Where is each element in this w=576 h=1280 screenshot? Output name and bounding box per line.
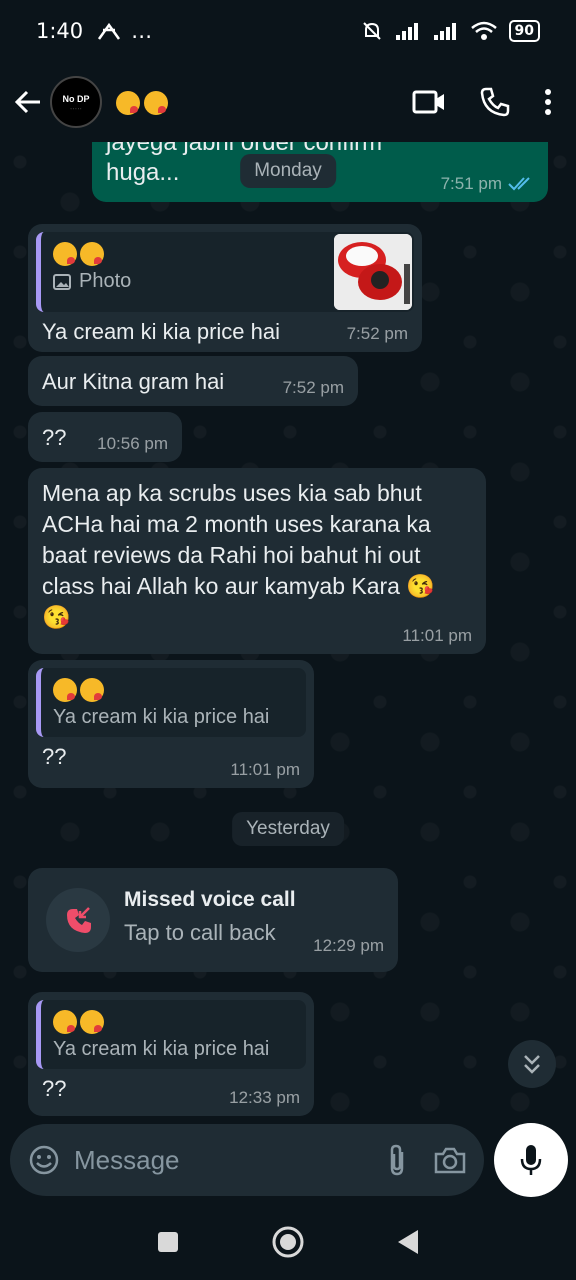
call-subtitle: Tap to call back xyxy=(124,920,276,945)
message-incoming[interactable]: ?? 10:56 pm xyxy=(28,412,182,462)
microphone-icon xyxy=(520,1145,542,1175)
quoted-message[interactable]: Photo xyxy=(36,232,414,312)
scroll-to-bottom-button[interactable] xyxy=(508,1040,556,1088)
recents-icon[interactable] xyxy=(156,1230,180,1254)
system-nav-bar xyxy=(0,1204,576,1280)
message-incoming[interactable]: Photo Ya cream ki kia price hai 7:52 pm xyxy=(28,224,422,352)
home-icon[interactable] xyxy=(271,1225,305,1259)
wifi-icon xyxy=(470,21,497,40)
missed-call-card[interactable]: Missed voice call Tap to call back 12:29… xyxy=(28,868,398,972)
kissing-face-emoji xyxy=(53,242,77,267)
message-incoming[interactable]: Ya cream ki kia price hai ?? 12:33 pm xyxy=(28,992,314,1116)
signal-icon-1 xyxy=(395,23,418,40)
message-incoming[interactable]: Aur Kitna gram hai 7:52 pm xyxy=(28,356,358,406)
photo-icon xyxy=(53,273,71,290)
message-list[interactable]: jayega jabhi order confirm huga... 7:51 … xyxy=(0,142,576,1120)
data-saver-icon xyxy=(98,22,121,40)
kissing-face-emoji xyxy=(80,242,104,267)
quoted-message[interactable]: Ya cream ki kia price hai xyxy=(36,1000,306,1070)
more-vertical-icon[interactable] xyxy=(544,88,552,116)
double-chevron-down-icon xyxy=(524,1055,540,1074)
status-time: 1:40 xyxy=(36,19,84,43)
avatar[interactable]: No DP · · · · · xyxy=(50,76,102,128)
video-call-icon[interactable] xyxy=(412,89,446,115)
date-chip: Monday xyxy=(240,154,336,188)
message-input[interactable]: Message xyxy=(74,1145,180,1176)
date-chip: Yesterday xyxy=(232,812,344,846)
back-button[interactable] xyxy=(10,84,46,120)
battery-level: 90 xyxy=(508,20,540,42)
voice-record-button[interactable] xyxy=(494,1123,568,1197)
kissing-face-emoji xyxy=(144,90,168,115)
call-title: Missed voice call xyxy=(124,888,296,911)
emoji-icon[interactable] xyxy=(28,1144,60,1176)
message-incoming[interactable]: Mena ap ka scrubs uses kia sab bhut ACHa… xyxy=(28,468,486,654)
camera-icon[interactable] xyxy=(434,1146,466,1174)
more-notifications: … xyxy=(131,19,153,43)
kissing-face-emoji xyxy=(80,678,104,703)
contact-name[interactable] xyxy=(116,87,168,117)
status-bar: 1:40 … 90 xyxy=(0,0,576,62)
kissing-face-emoji xyxy=(53,1010,77,1035)
voice-call-icon[interactable] xyxy=(480,87,510,117)
kissing-face-emoji xyxy=(80,1010,104,1035)
missed-call-icon xyxy=(67,907,91,933)
mute-icon xyxy=(362,22,381,40)
back-arrow-icon xyxy=(14,90,40,114)
photo-thumbnail xyxy=(334,234,412,310)
quoted-message[interactable]: Ya cream ki kia price hai xyxy=(36,668,306,738)
signal-icon-2 xyxy=(433,23,456,40)
nav-back-icon[interactable] xyxy=(396,1228,420,1256)
read-receipt-icon xyxy=(508,177,530,191)
paperclip-icon[interactable] xyxy=(386,1144,408,1176)
kissing-face-emoji xyxy=(53,678,77,703)
message-composer[interactable]: Message xyxy=(10,1124,484,1196)
kissing-face-emoji xyxy=(116,90,140,115)
message-incoming[interactable]: Ya cream ki kia price hai ?? 11:01 pm xyxy=(28,660,314,788)
chat-header: No DP · · · · · xyxy=(0,62,576,142)
